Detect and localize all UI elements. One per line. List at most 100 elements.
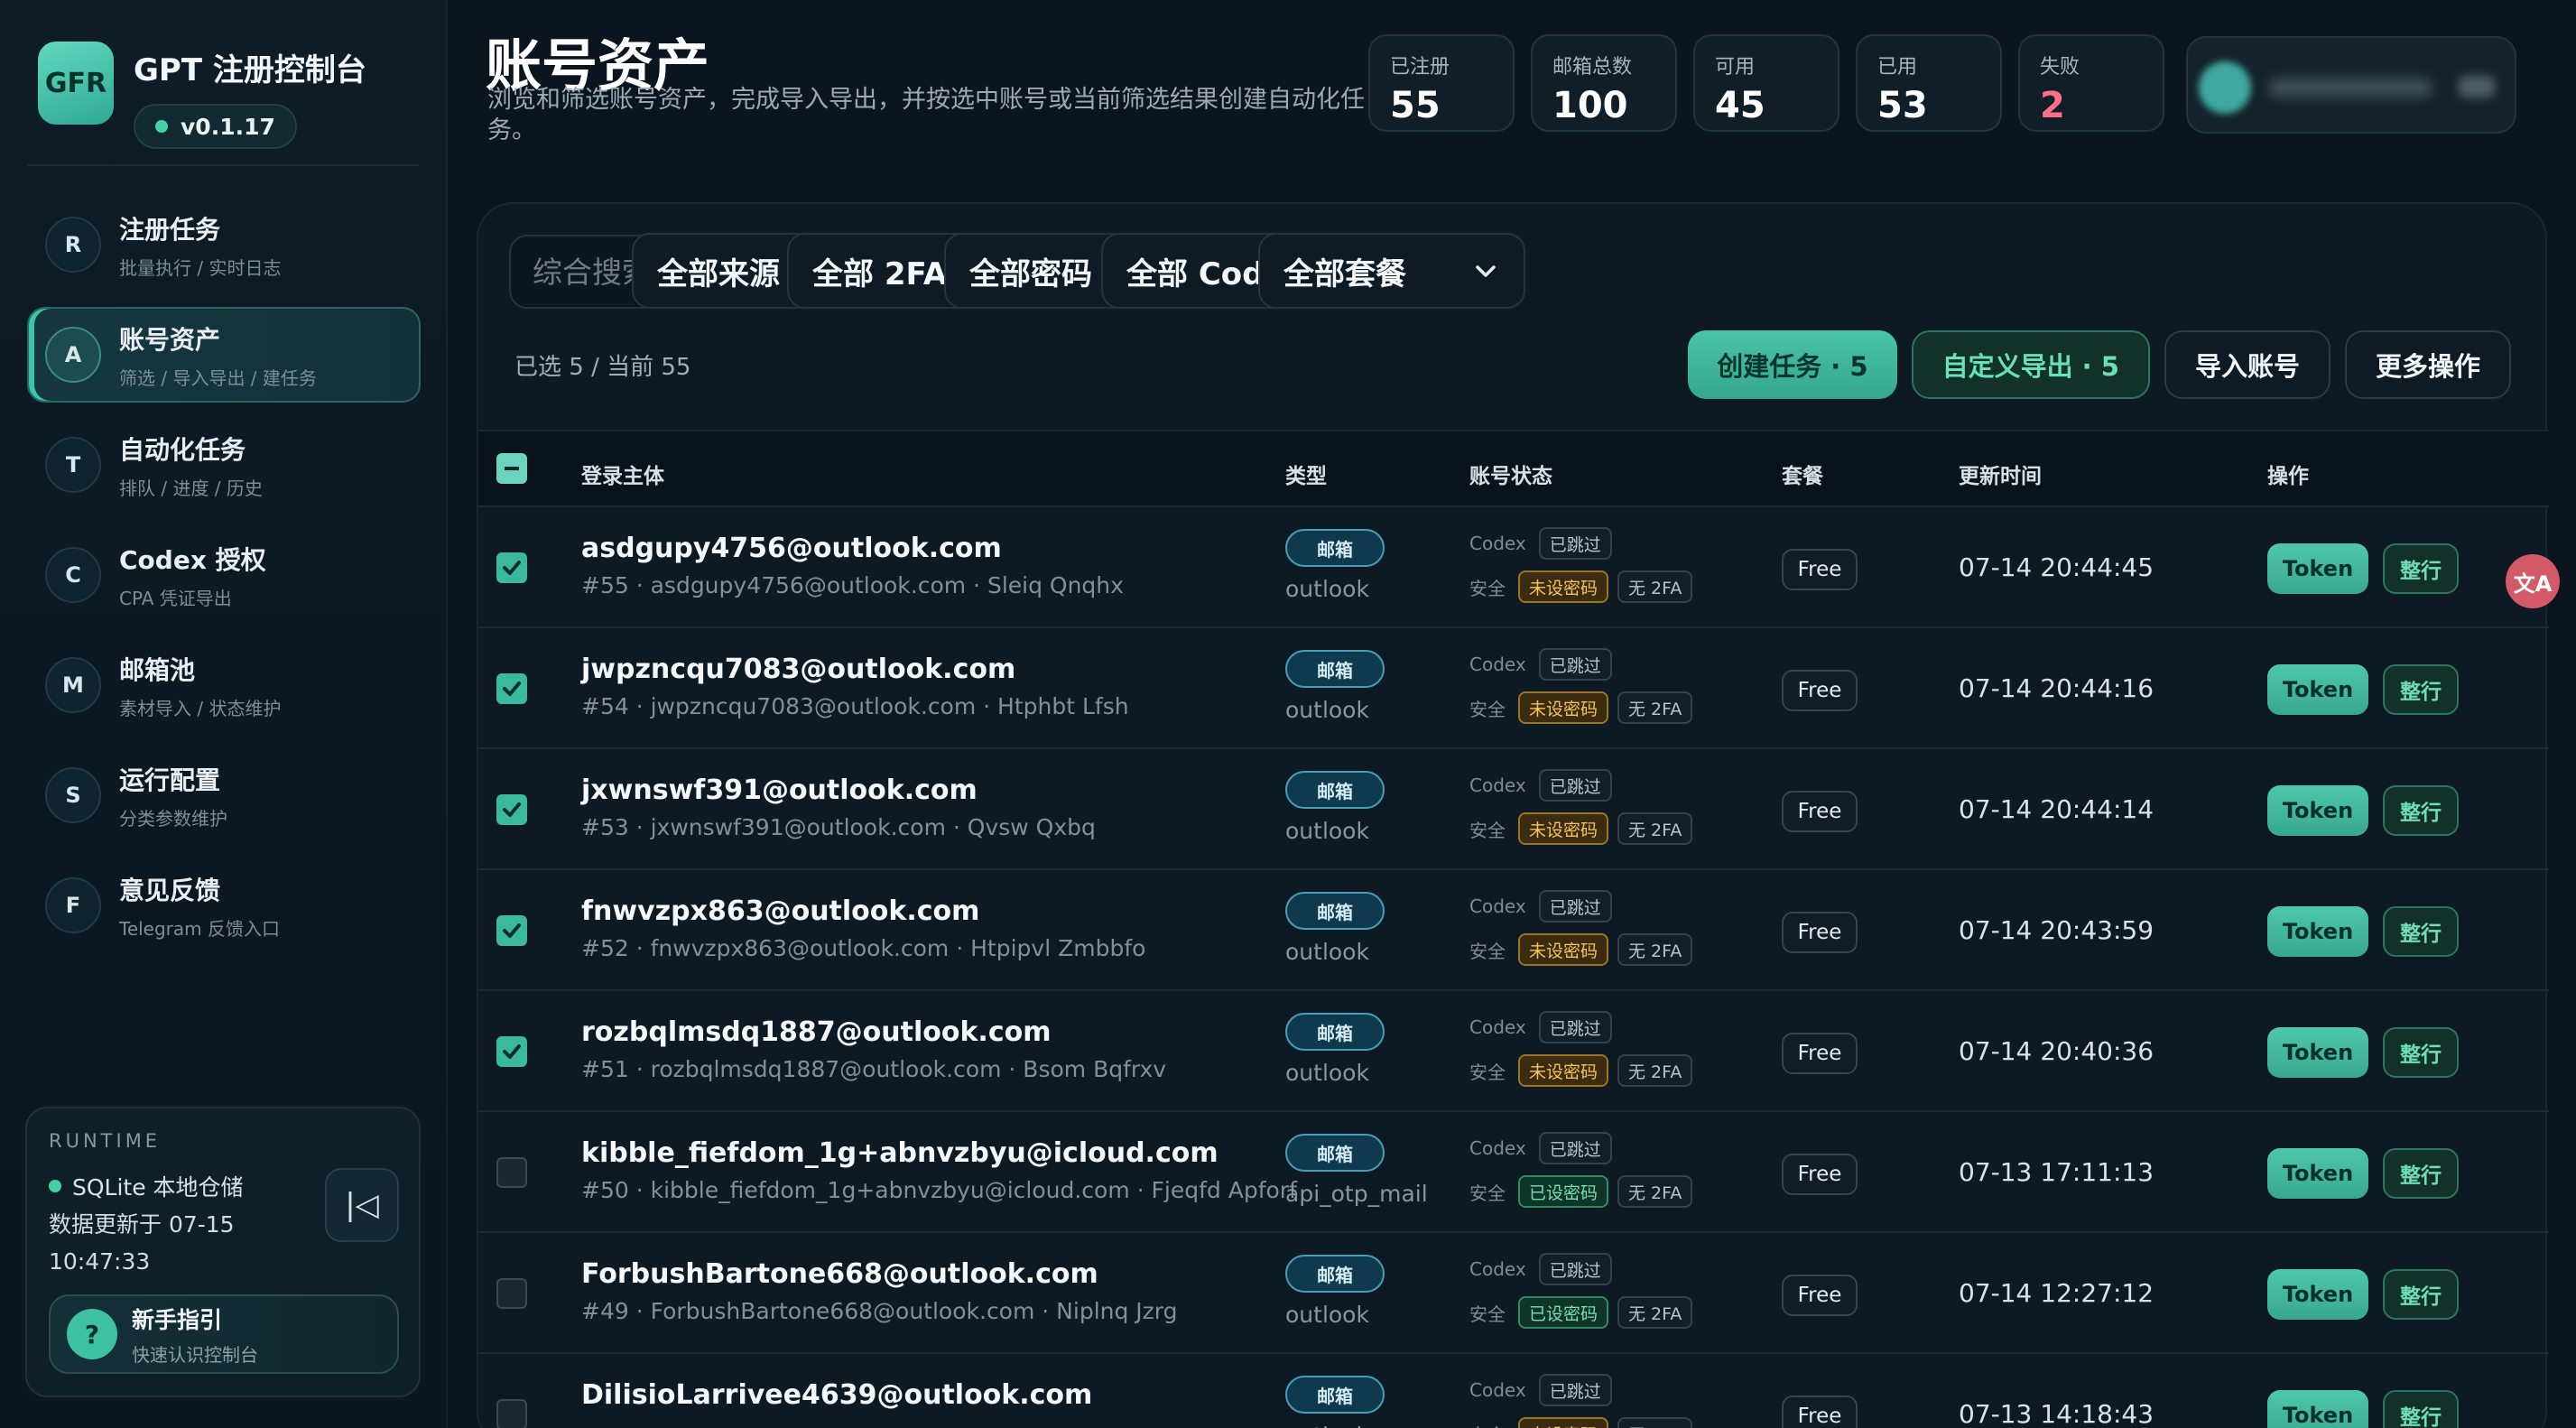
row-checkbox[interactable] (496, 673, 527, 704)
col-type[interactable]: 类型 (1285, 459, 1327, 489)
select-all-checkbox[interactable] (496, 453, 527, 484)
updated-time: 07-14 20:40:36 (1959, 1036, 2154, 1066)
table-row[interactable]: DilisioLarrivee4639@outlook.com 邮箱 outlook… (478, 1354, 2549, 1428)
security-status: 安全未设密码无 2FA (1469, 933, 1701, 966)
stat-label: 已注册 (1390, 56, 1450, 79)
sidebar-item-1[interactable]: A 账号资产 筛选 / 导入导出 / 建任务 (27, 307, 421, 403)
row-button[interactable]: 整行 (2383, 1027, 2459, 1078)
row-button[interactable]: 整行 (2383, 1390, 2459, 1428)
row-checkbox[interactable] (496, 915, 527, 946)
codex-status: Codex 已跳过 (1469, 890, 1621, 923)
codex-tag: 已跳过 (1538, 648, 1612, 681)
type-source: outlook (1285, 576, 1369, 602)
guide-title: 新手指引 (132, 1306, 223, 1333)
table-row[interactable]: jxwnswf391@outlook.com #53 · jxwnswf391@o… (478, 749, 2549, 870)
account-subline: #51 · rozbqlmsdq1887@outlook.com · Bsom … (581, 1056, 1167, 1082)
version-label: v0.1.17 (181, 113, 275, 140)
brand-text: GPT 注册控制台 v0.1.17 (134, 42, 366, 149)
token-button[interactable]: Token (2267, 906, 2368, 957)
collapse-sidebar-button[interactable]: |◁ (325, 1168, 399, 1242)
sidebar-item-2[interactable]: T 自动化任务 排队 / 进度 / 历史 (27, 417, 421, 513)
nav-key-badge: A (45, 327, 101, 383)
col-updated[interactable]: 更新时间 (1959, 459, 2042, 489)
table-row[interactable]: asdgupy4756@outlook.com #55 · asdgupy4756… (478, 507, 2549, 628)
table-row[interactable]: kibble_fiefdom_1g+abnvzbyu@icloud.com #50… (478, 1112, 2549, 1233)
account-name[interactable]: DilisioLarrivee4639@outlook.com (581, 1379, 1092, 1411)
sidebar-item-label: 运行配置 (119, 765, 221, 795)
type-badge: 邮箱 (1285, 892, 1385, 930)
sidebar-item-sub: 分类参数维护 (119, 807, 227, 830)
token-button[interactable]: Token (2267, 1269, 2368, 1320)
row-checkbox[interactable] (496, 552, 527, 583)
security-status: 安全未设密码无 2FA (1469, 1417, 1701, 1428)
sidebar-item-6[interactable]: F 意见反馈 Telegram 反馈入口 (27, 858, 421, 953)
table-row[interactable]: ForbushBartone668@outlook.com #49 · Forbu… (478, 1233, 2549, 1354)
stat-label: 已用 (1877, 56, 1918, 79)
token-button[interactable]: Token (2267, 1148, 2368, 1199)
sidebar-item-3[interactable]: C Codex 授权 CPA 凭证导出 (27, 527, 421, 623)
account-subline: #49 · ForbushBartone668@outlook.com · Ni… (581, 1298, 1178, 1324)
sidebar-item-5[interactable]: S 运行配置 分类参数维护 (27, 747, 421, 843)
account-name[interactable]: fnwvzpx863@outlook.com (581, 895, 979, 927)
sidebar-item-sub: Telegram 反馈入口 (119, 917, 280, 940)
guide-button[interactable]: ? 新手指引 快速认识控制台 (49, 1294, 399, 1374)
filter-label: 全部密码 (969, 255, 1092, 292)
token-button[interactable]: Token (2267, 1390, 2368, 1428)
row-button[interactable]: 整行 (2383, 1148, 2459, 1199)
token-button[interactable]: Token (2267, 1027, 2368, 1078)
nav-text: 意见反馈 Telegram 反馈入口 (119, 871, 280, 941)
sidebar-item-0[interactable]: R 注册任务 批量执行 / 实时日志 (27, 197, 421, 292)
security-status: 安全 已设密码无 2FA (1469, 1175, 1701, 1208)
status-key: 安全 (1469, 577, 1506, 599)
create-task-button[interactable]: 创建任务 · 5 (1688, 330, 1897, 399)
password-tag: 未设密码 (1518, 691, 1609, 724)
sidebar-item-label: 账号资产 (119, 324, 221, 355)
row-checkbox[interactable] (496, 1278, 527, 1309)
account-name[interactable]: jxwnswf391@outlook.com (581, 774, 978, 806)
account-name[interactable]: rozbqlmsdq1887@outlook.com (581, 1016, 1051, 1048)
account-name[interactable]: jwpzncqu7083@outlook.com (581, 654, 1015, 685)
user-name-redacted (2269, 78, 2432, 97)
stat-label: 邮箱总数 (1552, 56, 1633, 79)
chevron-down-icon (1469, 255, 1502, 287)
token-button[interactable]: Token (2267, 785, 2368, 836)
import-accounts-button[interactable]: 导入账号 (2164, 330, 2330, 399)
account-name[interactable]: asdgupy4756@outlook.com (581, 533, 1002, 564)
row-button[interactable]: 整行 (2383, 906, 2459, 957)
filter-dropdown-4[interactable]: 全部套餐 (1258, 233, 1525, 309)
table-row[interactable]: fnwvzpx863@outlook.com #52 · fnwvzpx863@o… (478, 870, 2549, 991)
row-checkbox[interactable] (496, 1036, 527, 1067)
guide-text: 新手指引 快速认识控制台 (132, 1303, 258, 1367)
row-button[interactable]: 整行 (2383, 1269, 2459, 1320)
codex-status: Codex 已跳过 (1469, 1374, 1621, 1406)
brand: GFR GPT 注册控制台 v0.1.17 (38, 42, 366, 149)
custom-export-button[interactable]: 自定义导出 · 5 (1911, 330, 2150, 399)
row-checkbox[interactable] (496, 1399, 527, 1428)
row-checkbox[interactable] (496, 1157, 527, 1188)
sidebar: GFR GPT 注册控制台 v0.1.17 R 注册任务 批量执行 / 实时日志 A 账… (0, 0, 448, 1428)
translate-fab[interactable]: 文A (2506, 554, 2560, 608)
token-button[interactable]: Token (2267, 664, 2368, 715)
sidebar-item-4[interactable]: M 邮箱池 素材导入 / 状态维护 (27, 637, 421, 733)
sidebar-item-label: 自动化任务 (119, 434, 246, 465)
account-name[interactable]: ForbushBartone668@outlook.com (581, 1258, 1098, 1290)
col-status[interactable]: 账号状态 (1469, 459, 1552, 489)
token-button[interactable]: Token (2267, 543, 2368, 594)
user-chip[interactable] (2186, 36, 2516, 134)
updated-time: 07-14 20:43:59 (1959, 915, 2154, 945)
plan-badge: Free (1782, 1154, 1858, 1195)
page-header: 账号资产 浏览和筛选账号资产，完成导入导出，并按选中账号或当前筛选结果创建自动化… (448, 0, 2576, 162)
table-row[interactable]: jwpzncqu7083@outlook.com #54 · jwpzncqu70… (478, 628, 2549, 749)
row-button[interactable]: 整行 (2383, 543, 2459, 594)
avatar (2199, 61, 2251, 114)
col-plan[interactable]: 套餐 (1782, 459, 1823, 489)
more-actions-button[interactable]: 更多操作 (2344, 330, 2511, 399)
account-name[interactable]: kibble_fiefdom_1g+abnvzbyu@icloud.com (581, 1137, 1219, 1169)
col-subject[interactable]: 登录主体 (581, 459, 664, 489)
filter-label: 全部来源 (657, 255, 780, 292)
row-button[interactable]: 整行 (2383, 664, 2459, 715)
status-key: Codex (1469, 1258, 1526, 1280)
table-row[interactable]: rozbqlmsdq1887@outlook.com #51 · rozbqlms… (478, 991, 2549, 1112)
row-checkbox[interactable] (496, 794, 527, 825)
row-button[interactable]: 整行 (2383, 785, 2459, 836)
